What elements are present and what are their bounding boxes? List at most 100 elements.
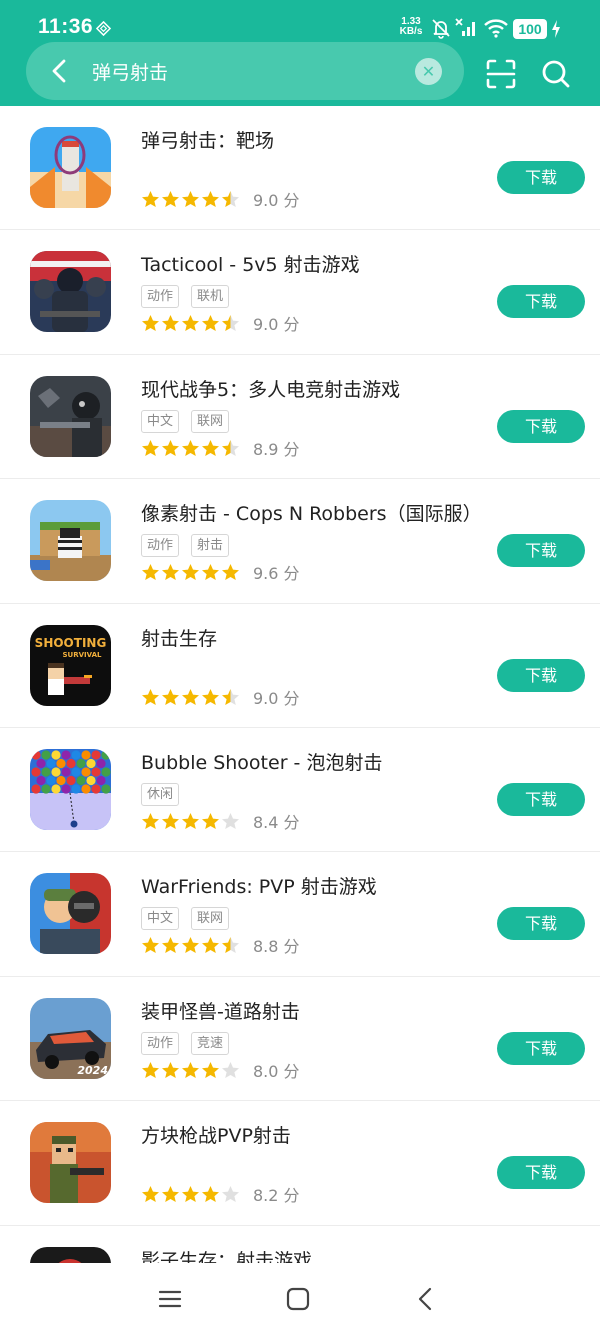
score: 9.0 分 <box>253 688 300 708</box>
rating: 8.8 分 <box>141 935 300 956</box>
tag: 休闲 <box>141 782 180 806</box>
bubble <box>86 775 96 786</box>
star-full-icon <box>162 191 179 207</box>
tag-group: 动作 竞速 <box>141 1031 241 1056</box>
star-full-icon <box>202 937 219 954</box>
tag: 动作 <box>141 285 180 309</box>
clear-search-icon[interactable]: ✕ <box>415 58 442 85</box>
download-button[interactable]: 下载 <box>497 534 585 568</box>
bubble <box>71 750 81 760</box>
star-full-icon <box>162 937 179 954</box>
download-button[interactable]: 下载 <box>497 658 585 692</box>
scan-icon[interactable] <box>485 58 517 90</box>
app-list-item[interactable]: Bubble Shooter - 泡泡射击 休闲 8.4 分 下载 <box>0 728 600 853</box>
tag-group: 休闲 <box>141 782 191 807</box>
app-icon-shadow-survival[interactable] <box>30 1246 111 1263</box>
bubble <box>76 775 86 786</box>
tag: 联网 <box>191 409 230 433</box>
download-button[interactable]: 下载 <box>497 907 585 941</box>
star-full-icon <box>142 191 159 207</box>
star-full-icon <box>142 315 159 332</box>
star-half-icon <box>222 439 239 456</box>
download-button[interactable]: 下载 <box>497 782 585 816</box>
search-results-list[interactable]: 弹弓射击：靶场 9.0 分 下载 Tacticool - 5v5 射击游戏 动作… <box>0 106 600 1263</box>
search-input[interactable] <box>92 56 392 86</box>
app-list-item[interactable]: SHOOTING SURVIVAL 射击生存 9.0 分 下载 <box>0 604 600 728</box>
app-icon-slingshot[interactable] <box>30 127 111 208</box>
tag: 射击 <box>191 534 230 558</box>
download-button[interactable]: 下载 <box>497 285 585 319</box>
bubble <box>36 775 46 786</box>
nav-back-icon[interactable] <box>412 1285 440 1313</box>
score: 9.0 分 <box>253 191 300 210</box>
app-icon-pixel-gun[interactable] <box>30 500 111 582</box>
rating: 9.0 分 <box>141 313 300 335</box>
icon-text: 2024 <box>77 1064 108 1077</box>
download-button[interactable]: 下载 <box>497 1031 585 1065</box>
app-list-item[interactable]: 弹弓射击：靶场 9.0 分 下载 <box>0 106 600 231</box>
app-list-item[interactable]: Tacticool - 5v5 射击游戏 动作 联机 9.0 分 下载 <box>0 230 600 355</box>
bubble <box>61 767 71 777</box>
vpn-diamond-icon <box>96 21 111 36</box>
star-full-icon <box>202 439 219 456</box>
star-full-icon <box>182 315 199 332</box>
star-empty-icon <box>222 812 239 829</box>
app-icon-tacticool[interactable] <box>30 251 111 333</box>
home-icon[interactable] <box>284 1285 312 1313</box>
app-icon-modern-combat[interactable] <box>30 375 111 457</box>
app-icon-armored-car[interactable]: 2024 <box>30 997 111 1079</box>
rating: 8.9 分 <box>141 438 300 459</box>
back-arrow-icon[interactable] <box>44 55 76 87</box>
menu-icon[interactable] <box>156 1285 184 1313</box>
app-list-item[interactable]: 方块枪战PVP射击 8.2 分 下载 <box>0 1101 600 1226</box>
battery-indicator: 100 <box>513 19 547 39</box>
star-full-icon <box>142 937 159 954</box>
star-full-icon <box>162 439 179 456</box>
app-icon-block-gun[interactable] <box>30 1122 111 1204</box>
app-list-item[interactable]: 影子生存：射击游戏 <box>0 1226 600 1263</box>
bubble <box>101 784 111 794</box>
search-bar: ✕ <box>26 42 464 100</box>
download-button[interactable]: 下载 <box>497 409 585 443</box>
app-name: 方块枪战PVP射击 <box>141 1125 291 1148</box>
download-button[interactable]: 下载 <box>497 161 585 194</box>
bubble <box>46 775 56 786</box>
star-rating <box>141 563 241 581</box>
star-full-icon <box>142 1061 159 1078</box>
app-list-item[interactable]: WarFriends: PVP 射击游戏 中文 联网 8.8 分 下载 <box>0 852 600 977</box>
tag-group: 动作 联机 <box>141 285 241 309</box>
bubble <box>56 758 66 769</box>
tag: 动作 <box>141 1031 180 1055</box>
app-name: 弹弓射击：靶场 <box>141 130 275 152</box>
bubble <box>96 775 106 786</box>
star-full-icon <box>182 564 199 581</box>
app-list-item[interactable]: 像素射击 - Cops N Robbers（国际服） 动作 射击 9.6 分 下载 <box>0 479 600 604</box>
score: 9.0 分 <box>253 315 300 335</box>
star-rating <box>141 1061 241 1079</box>
app-icon-bubble-shooter[interactable] <box>30 748 111 830</box>
download-button[interactable]: 下载 <box>497 1156 585 1190</box>
star-full-icon <box>142 812 159 829</box>
app-icon-warfriends[interactable] <box>30 873 111 955</box>
star-full-icon <box>182 1061 199 1078</box>
bubble <box>101 767 111 777</box>
bubble <box>91 750 101 760</box>
app-list-item[interactable]: 2024 装甲怪兽-道路射击 动作 竞速 8.0 分 下载 <box>0 977 600 1102</box>
app-list-item[interactable]: 现代战争5：多人电竞射击游戏 中文 联网 8.9 分 下载 <box>0 355 600 480</box>
search-icon[interactable] <box>540 58 572 90</box>
bubble <box>61 750 71 760</box>
rating: 8.0 分 <box>141 1060 300 1081</box>
star-rating <box>141 812 241 830</box>
app-icon-shooting-survival[interactable]: SHOOTING SURVIVAL <box>30 624 111 706</box>
bubble <box>61 784 71 794</box>
bubble <box>46 758 56 769</box>
star-empty-icon <box>222 1186 239 1203</box>
bubble <box>31 767 41 777</box>
bubble <box>41 784 51 794</box>
bubble <box>81 784 91 794</box>
bubble <box>66 758 76 769</box>
star-full-icon <box>142 688 159 705</box>
icon-text: SURVIVAL <box>63 651 102 659</box>
tag-group: 中文 联网 <box>141 907 241 931</box>
star-full-icon <box>182 191 199 207</box>
